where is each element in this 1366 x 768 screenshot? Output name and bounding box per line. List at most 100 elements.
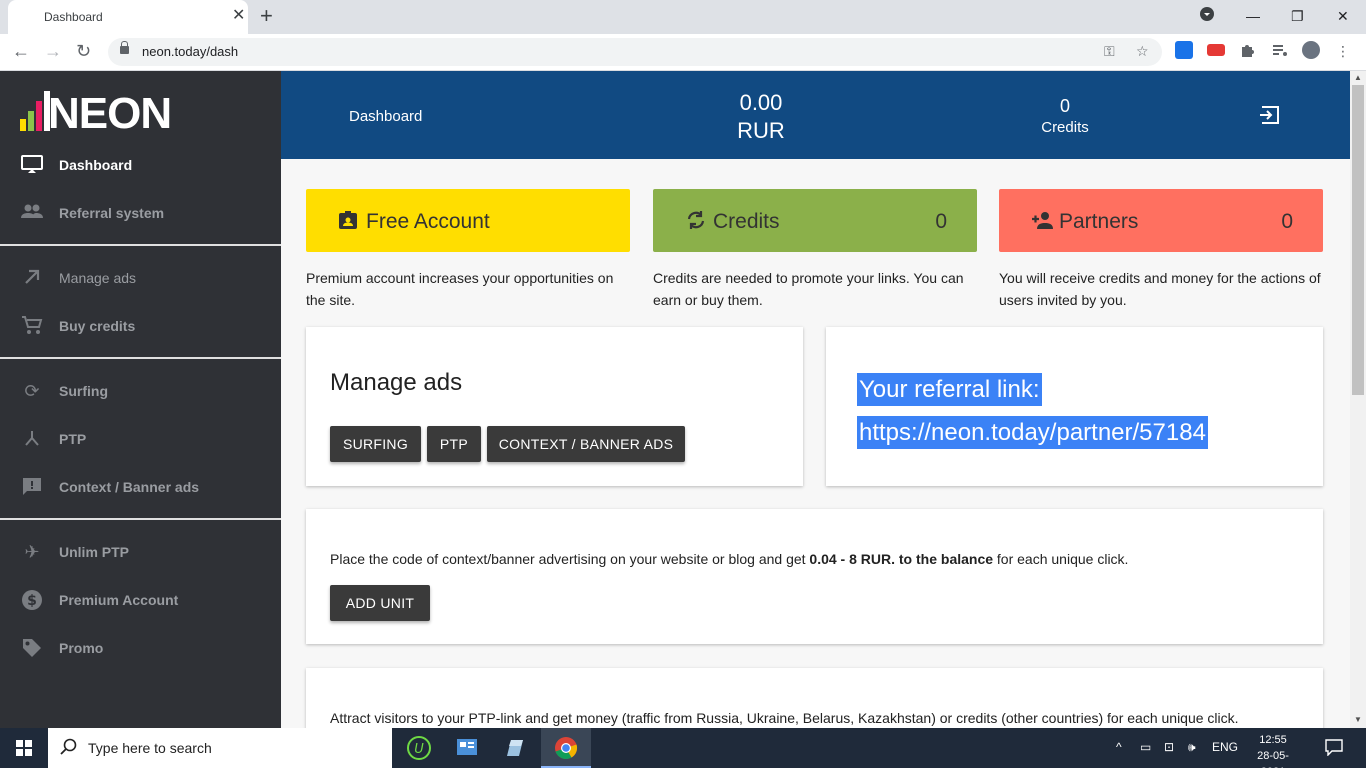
tab-title: Dashboard: [44, 10, 103, 24]
credits-label: Credits: [1041, 119, 1089, 136]
sidebar-item-promo[interactable]: Promo: [0, 626, 281, 670]
manage-ads-title: Manage ads: [330, 369, 463, 396]
sidebar-item-label: Referral system: [59, 205, 165, 221]
lock-icon: [120, 41, 129, 54]
add-person-icon: [1031, 210, 1055, 230]
svg-text:$: $: [27, 593, 37, 609]
minimize-icon[interactable]: —: [1246, 6, 1260, 26]
tray-expand-icon[interactable]: ^: [1116, 740, 1122, 754]
people-icon: [20, 202, 44, 224]
sidebar-item-manage-ads[interactable]: Manage ads: [0, 256, 281, 300]
sidebar-item-surfing[interactable]: ⟳ Surfing: [0, 369, 281, 413]
clock-time: 12:55: [1259, 734, 1287, 746]
arrow-up-right-icon: [20, 267, 44, 289]
context-ads-panel: Place the code of context/banner adverti…: [306, 509, 1323, 644]
balance-display[interactable]: 0.00 RUR: [721, 89, 801, 145]
sidebar-item-label: Unlim PTP: [59, 544, 130, 560]
language-indicator[interactable]: ENG: [1212, 740, 1238, 754]
sidebar-item-context-banner[interactable]: Context / Banner ads: [0, 465, 281, 509]
sidebar-item-label: Surfing: [59, 383, 108, 399]
control-panel-app-icon[interactable]: [443, 732, 491, 768]
credits-description: Credits are needed to promote your links…: [653, 270, 964, 308]
notes-app-icon[interactable]: [491, 732, 539, 768]
network-icon[interactable]: ⊡: [1164, 740, 1174, 754]
address-bar[interactable]: neon.today/dash ⚿ ☆: [108, 38, 1162, 66]
new-tab-icon[interactable]: +: [260, 4, 273, 28]
menu-dots-icon[interactable]: ⋮: [1336, 43, 1354, 61]
volume-icon[interactable]: 🕪: [1188, 740, 1196, 755]
monitor-icon: [20, 154, 44, 176]
surfing-button[interactable]: SURFING: [330, 426, 421, 462]
logo-text: NEON: [48, 89, 172, 138]
sidebar-item-ptp[interactable]: PTP: [0, 417, 281, 461]
context-text-before: Place the code of context/banner adverti…: [330, 551, 810, 567]
svg-text:U: U: [414, 742, 424, 757]
profile-menu-icon[interactable]: [1199, 6, 1215, 27]
scroll-up-icon[interactable]: ▲: [1354, 73, 1362, 82]
main-content: Free Account Credits 0 Partners 0 Premiu…: [281, 159, 1350, 728]
sidebar-item-label: Context / Banner ads: [59, 479, 200, 495]
close-tab-icon[interactable]: ✕: [232, 7, 245, 25]
back-icon[interactable]: ←: [12, 41, 30, 61]
credits-card[interactable]: Credits 0: [653, 189, 977, 252]
notification-icon[interactable]: [1325, 738, 1343, 759]
sidebar-item-buy-credits[interactable]: Buy credits: [0, 304, 281, 348]
sidebar-item-label: Buy credits: [59, 318, 136, 334]
taskbar-clock[interactable]: 12:55 28-05-2021: [1248, 732, 1298, 768]
airplane-icon: ✈: [24, 542, 40, 562]
scrollbar-thumb[interactable]: [1352, 85, 1364, 395]
account-badge-icon: [338, 210, 358, 230]
referral-link-panel: Your referral link: https://neon.today/p…: [826, 327, 1323, 486]
key-icon[interactable]: ⚿: [1104, 43, 1115, 60]
maximize-icon[interactable]: ❐: [1291, 6, 1304, 26]
windows-start-icon[interactable]: [16, 740, 32, 756]
context-banner-ads-button[interactable]: CONTEXT / BANNER ADS: [487, 426, 685, 462]
puzzle-icon[interactable]: [1239, 41, 1257, 59]
sidebar-item-label: Manage ads: [59, 270, 137, 286]
split-icon: [20, 428, 44, 450]
partners-card[interactable]: Partners 0: [999, 189, 1323, 252]
close-window-icon[interactable]: ✕: [1337, 6, 1349, 26]
bookmark-star-icon[interactable]: ☆: [1136, 43, 1149, 60]
reload-icon[interactable]: ↻: [76, 41, 91, 61]
free-account-card[interactable]: Free Account: [306, 189, 630, 252]
sidebar-item-label: Premium Account: [59, 592, 179, 608]
search-placeholder: Type here to search: [88, 740, 212, 756]
sidebar-item-label: Dashboard: [59, 157, 133, 173]
avatar[interactable]: [1302, 41, 1320, 59]
sync-icon: [685, 210, 705, 230]
credits-value: 0: [1059, 96, 1070, 116]
free-account-description: Premium account increases your opportuni…: [306, 270, 614, 308]
url-text: neon.today/dash: [142, 44, 239, 59]
hd-extension-icon[interactable]: [1207, 44, 1225, 56]
header-dashboard-link[interactable]: Dashboard: [349, 108, 422, 125]
upwork-app-icon[interactable]: U: [395, 732, 443, 768]
tag-icon: [20, 637, 44, 659]
browser-tab[interactable]: Dashboard ✕: [8, 0, 248, 34]
credits-display[interactable]: 0 Credits: [1025, 95, 1105, 139]
ptp-button[interactable]: PTP: [427, 426, 481, 462]
extension-icon[interactable]: [1175, 41, 1193, 59]
battery-icon[interactable]: ▭: [1140, 740, 1151, 754]
taskbar-search[interactable]: Type here to search: [48, 728, 392, 768]
scroll-down-icon[interactable]: ▼: [1354, 715, 1362, 724]
sidebar-divider: [0, 518, 281, 520]
free-account-label: Free Account: [366, 210, 490, 233]
page-scrollbar[interactable]: ▲ ▼: [1350, 71, 1366, 728]
referral-link-url[interactable]: https://neon.today/partner/57184: [857, 416, 1208, 449]
context-text-bold: 0.04 - 8 RUR. to the balance: [809, 551, 994, 567]
cart-icon: [20, 315, 44, 337]
add-unit-button[interactable]: ADD UNIT: [330, 585, 430, 621]
manage-ads-panel: Manage ads SURFING PTP CONTEXT / BANNER …: [306, 327, 803, 486]
sidebar-divider: [0, 244, 281, 246]
chrome-app-icon[interactable]: [541, 728, 591, 768]
sidebar-item-dashboard[interactable]: Dashboard: [0, 143, 281, 187]
forward-icon[interactable]: →: [44, 41, 62, 61]
sidebar-item-premium-account[interactable]: $ Premium Account: [0, 578, 281, 622]
playlist-icon[interactable]: [1271, 41, 1289, 59]
sidebar-item-unlim-ptp[interactable]: ✈ Unlim PTP: [0, 530, 281, 574]
credits-card-count: 0: [935, 210, 947, 233]
logout-icon[interactable]: [1259, 104, 1281, 126]
alert-message-icon: [20, 476, 44, 498]
sidebar-item-referral[interactable]: Referral system: [0, 191, 281, 235]
